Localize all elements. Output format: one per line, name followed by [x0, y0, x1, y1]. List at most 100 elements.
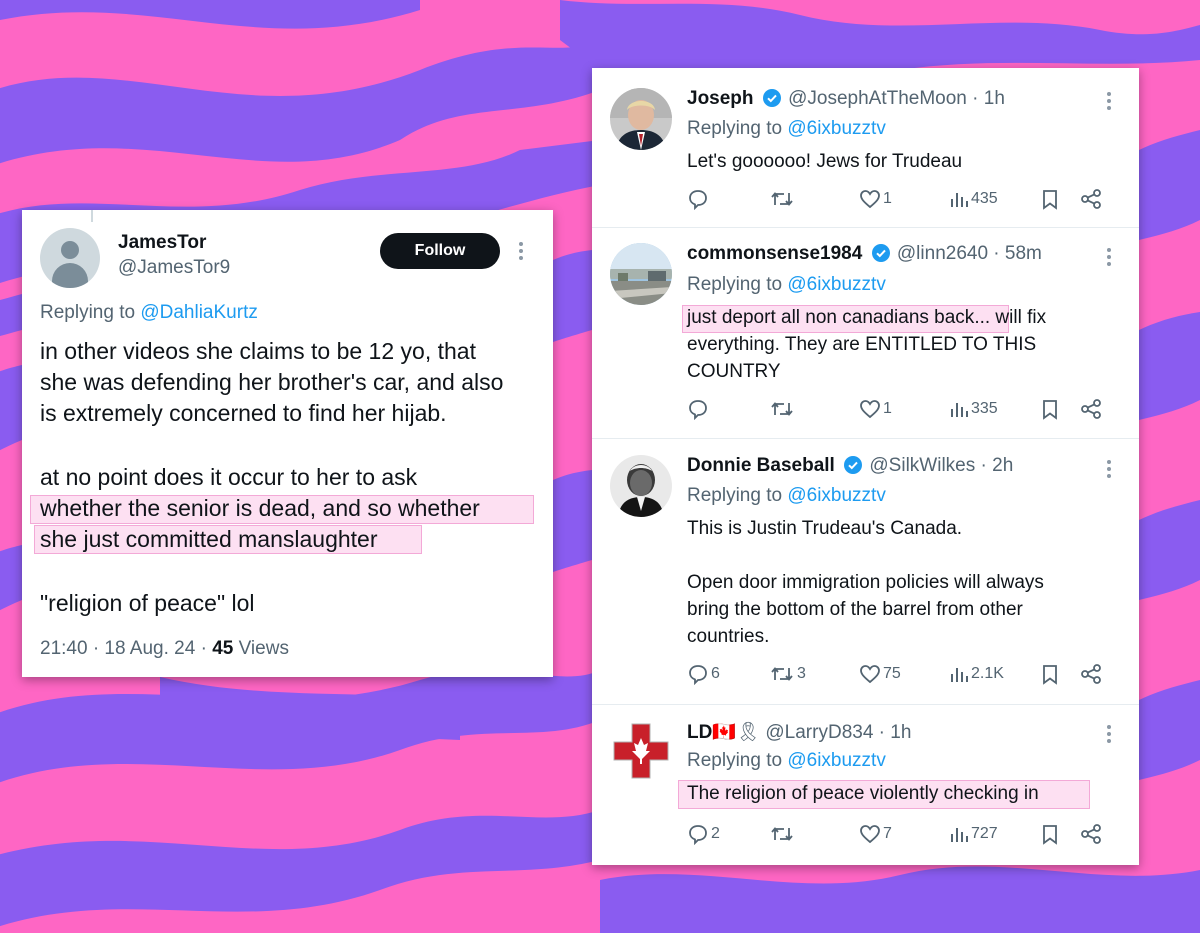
bookmark-button[interactable]: [1040, 188, 1060, 210]
reply-item[interactable]: Joseph @JosephAtTheMoon · 1h Replying to…: [592, 68, 1139, 228]
more-options-icon[interactable]: [518, 242, 524, 263]
reply-button[interactable]: 6: [687, 663, 720, 685]
reply-button[interactable]: [687, 188, 711, 210]
replies-count: 2: [711, 825, 720, 842]
views-count: 727: [971, 825, 998, 842]
avatar[interactable]: [610, 455, 672, 517]
follow-button[interactable]: Follow: [380, 233, 500, 269]
avatar[interactable]: [610, 720, 672, 782]
views-button[interactable]: 727: [949, 823, 998, 845]
share-button[interactable]: [1079, 188, 1103, 210]
author-handle[interactable]: @JosephAtTheMoon: [788, 88, 967, 109]
reply-text-line: just deport all non canadians back... wi…: [687, 304, 1046, 331]
author-handle[interactable]: @LarryD834: [765, 722, 873, 743]
post-meta: 21:40 · 18 Aug. 24 · 45 Views: [40, 638, 289, 660]
replying-to-link[interactable]: @DahliaKurtz: [140, 302, 258, 323]
author-handle[interactable]: @linn2640: [897, 243, 988, 264]
like-button[interactable]: 1: [859, 398, 892, 420]
share-button[interactable]: [1079, 663, 1103, 685]
bookmark-button[interactable]: [1040, 398, 1060, 420]
replies-count: 6: [711, 665, 720, 682]
repost-button[interactable]: [769, 188, 797, 210]
more-options-icon[interactable]: [1106, 248, 1112, 269]
reply-button[interactable]: 2: [687, 823, 720, 845]
views-button[interactable]: 2.1K: [949, 663, 1004, 685]
reply-time[interactable]: · 58m: [988, 243, 1042, 264]
share-icon: [1081, 189, 1101, 209]
post-timestamp[interactable]: 21:40 · 18 Aug. 24 ·: [40, 638, 212, 659]
views-button[interactable]: 435: [949, 188, 998, 210]
author-name[interactable]: JamesTor: [118, 232, 206, 254]
more-options-icon[interactable]: [1106, 92, 1112, 113]
replying-to: Replying to @6ixbuzztv: [687, 118, 886, 140]
reply-button[interactable]: [687, 398, 711, 420]
reply-header: LD🇨🇦🎗 @LarryD834 · 1h: [687, 720, 911, 744]
reply-text-line: The religion of peace violently checking…: [687, 783, 1039, 804]
post-text-line: in other videos she claims to be 12 yo, …: [40, 338, 476, 364]
reply-icon: [689, 400, 707, 420]
post-text-line: is extremely concerned to find her hijab…: [40, 400, 447, 426]
author-name[interactable]: commonsense1984: [687, 243, 862, 264]
replies-card: Joseph @JosephAtTheMoon · 1h Replying to…: [592, 68, 1139, 865]
avatar[interactable]: [610, 243, 672, 305]
bookmark-button[interactable]: [1040, 823, 1060, 845]
like-button[interactable]: 1: [859, 188, 892, 210]
reply-text-rest: ... will fix: [974, 307, 1047, 328]
reply-icon: [689, 665, 707, 685]
reply-header: Joseph @JosephAtTheMoon · 1h: [687, 88, 1005, 110]
reply-time[interactable]: · 1h: [873, 722, 912, 743]
analytics-icon: [951, 403, 968, 417]
views-count: 2.1K: [971, 665, 1004, 682]
likes-count: 1: [883, 190, 892, 207]
share-button[interactable]: [1079, 823, 1103, 845]
like-button[interactable]: 7: [859, 823, 892, 845]
views-button[interactable]: 335: [949, 398, 998, 420]
avatar-head: [61, 241, 79, 259]
more-options-icon[interactable]: [1106, 725, 1112, 746]
reply-header: Donnie Baseball @SilkWilkes · 2h: [687, 455, 1013, 477]
reply-time[interactable]: · 1h: [967, 88, 1005, 109]
repost-button[interactable]: [769, 398, 797, 420]
reply-text-line: everything. They are ENTITLED TO THIS: [687, 334, 1037, 355]
bookmark-icon: [1043, 665, 1057, 685]
repost-button[interactable]: 3: [769, 663, 806, 685]
replying-to-link[interactable]: @6ixbuzztv: [787, 118, 886, 139]
analytics-icon: [951, 193, 968, 207]
share-button[interactable]: [1079, 398, 1103, 420]
post-text-line: she was defending her brother's car, and…: [40, 369, 504, 395]
like-button[interactable]: 75: [859, 663, 901, 685]
share-icon: [1081, 399, 1101, 419]
replying-to: Replying to @6ixbuzztv: [687, 485, 886, 507]
heart-icon: [860, 190, 880, 209]
replying-to: Replying to @6ixbuzztv: [687, 750, 886, 772]
replying-to-link[interactable]: @6ixbuzztv: [787, 485, 886, 506]
author-name[interactable]: LD: [687, 722, 712, 743]
likes-count: 7: [883, 825, 892, 842]
post-text-line: whether the senior is dead, and so wheth…: [40, 495, 480, 521]
repost-button[interactable]: [769, 823, 797, 845]
post-text-line: at no point does it occur to her to ask: [40, 464, 418, 490]
reply-time[interactable]: · 2h: [975, 455, 1014, 476]
bookmark-button[interactable]: [1040, 663, 1060, 685]
verified-badge-icon: [844, 456, 863, 474]
replying-to-link[interactable]: @6ixbuzztv: [787, 750, 886, 771]
avatar[interactable]: [40, 228, 100, 288]
reply-item[interactable]: commonsense1984 @linn2640 · 58m Replying…: [592, 228, 1139, 439]
thread-line: [91, 210, 93, 222]
action-bar: 6 3 75 2.1K: [687, 663, 1117, 689]
replying-to-link[interactable]: @6ixbuzztv: [787, 274, 886, 295]
author-handle[interactable]: @JamesTor9: [118, 257, 230, 279]
post-text-line: "religion of peace" lol: [40, 590, 255, 616]
reply-item[interactable]: Donnie Baseball @SilkWilkes · 2h Replyin…: [592, 439, 1139, 705]
post-text-line: she just committed manslaughter: [40, 526, 378, 552]
more-options-icon[interactable]: [1106, 460, 1112, 481]
replying-prefix: Replying to: [687, 118, 783, 139]
heart-icon: [860, 825, 880, 844]
author-name[interactable]: Donnie Baseball: [687, 455, 835, 476]
author-handle[interactable]: @SilkWilkes: [869, 455, 975, 476]
bookmark-icon: [1043, 190, 1057, 210]
author-name[interactable]: Joseph: [687, 88, 754, 109]
reply-item[interactable]: LD🇨🇦🎗 @LarryD834 · 1h Replying to @6ixbu…: [592, 705, 1139, 865]
avatar[interactable]: [610, 88, 672, 150]
reposts-count: 3: [797, 665, 806, 682]
